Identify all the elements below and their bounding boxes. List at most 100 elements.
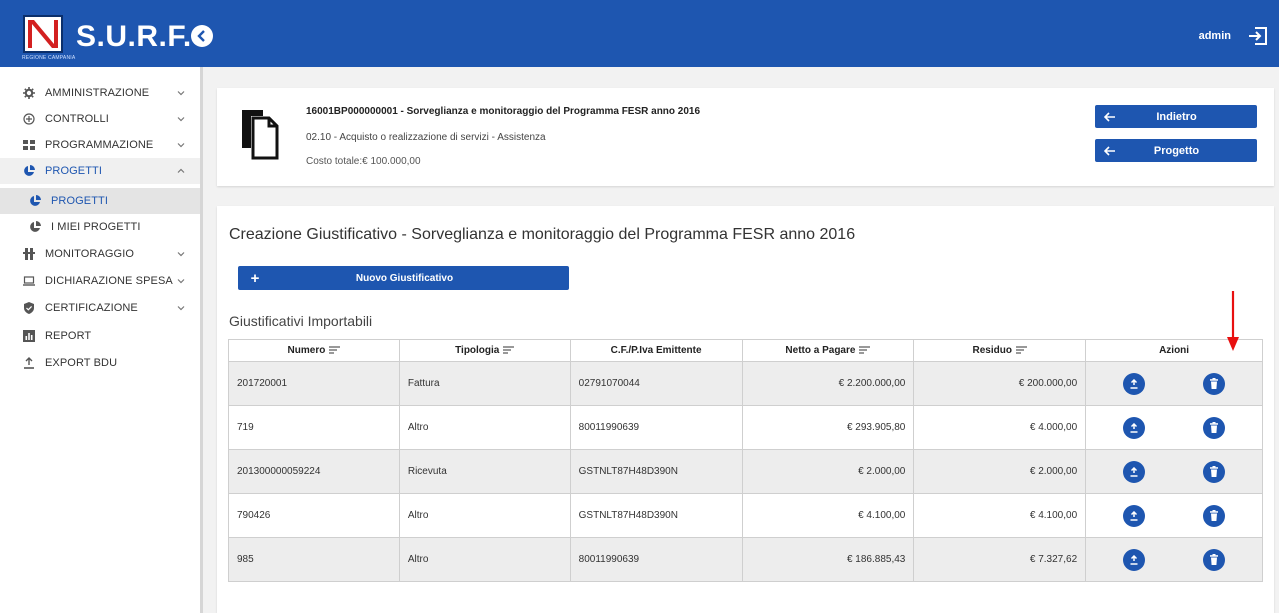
sidebar-item-monitoraggio[interactable]: MONITORAGGIO xyxy=(0,241,200,267)
sidebar-item-label: PROGETTI xyxy=(51,195,109,207)
table-header-row: Numero Tipologia C.F./P.Iva Emittente Ne… xyxy=(228,339,1263,362)
cell-azioni xyxy=(1085,405,1263,450)
main-card: Creazione Giustificativo - Sorveglianza … xyxy=(217,206,1274,613)
cell-tipologia: Fattura xyxy=(398,361,571,406)
sidebar-item-dichiarazione-spesa[interactable]: DICHIARAZIONE SPESA xyxy=(0,268,200,294)
column-header-residuo[interactable]: Residuo xyxy=(913,339,1087,362)
user-name[interactable]: admin xyxy=(1199,30,1231,42)
chevron-left-icon xyxy=(197,30,205,42)
sidebar-item-label: MONITORAGGIO xyxy=(45,248,135,260)
shield-icon xyxy=(24,302,34,314)
upload-icon xyxy=(1130,422,1138,433)
cell-numero: 790426 xyxy=(228,493,400,538)
gear-icon xyxy=(23,87,35,99)
import-button[interactable] xyxy=(1123,504,1146,527)
column-header-numero[interactable]: Numero xyxy=(228,339,400,362)
table-row: 985 Altro 80011990639 € 186.885,43 € 7.3… xyxy=(228,537,1263,582)
column-header-netto[interactable]: Netto a Pagare xyxy=(741,339,915,362)
chevron-down-icon xyxy=(177,279,185,284)
back-button[interactable]: Indietro xyxy=(1095,105,1257,128)
column-header-tipologia[interactable]: Tipologia xyxy=(398,339,571,362)
logo-caption: REGIONE CAMPANIA xyxy=(22,55,76,61)
arrow-left-icon xyxy=(1104,145,1115,156)
new-justification-button[interactable]: + Nuovo Giustificativo xyxy=(238,266,569,290)
monitor-icon xyxy=(23,248,35,260)
section-title: Giustificativi Importabili xyxy=(229,313,373,329)
export-icon xyxy=(24,357,34,369)
sidebar-item-progetti[interactable]: PROGETTI xyxy=(0,158,200,184)
sidebar-item-label: CERTIFICAZIONE xyxy=(45,302,138,314)
header-label: Numero xyxy=(287,345,326,356)
upload-icon xyxy=(1130,510,1138,521)
laptop-icon xyxy=(23,276,35,286)
top-bar: REGIONE CAMPANIA S.U.R.F. admin xyxy=(0,0,1279,67)
sidebar-subitem-progetti[interactable]: PROGETTI xyxy=(0,188,200,214)
sidebar-item-report[interactable]: REPORT xyxy=(0,323,200,349)
project-button-label: Progetto xyxy=(1153,144,1200,157)
sidebar-item-label: DICHIARAZIONE SPESA xyxy=(45,275,173,287)
import-button[interactable] xyxy=(1123,416,1146,439)
header-label: C.F./P.Iva Emittente xyxy=(610,345,702,356)
chevron-up-icon xyxy=(177,168,185,173)
import-button[interactable] xyxy=(1123,548,1146,571)
delete-button[interactable] xyxy=(1203,548,1226,571)
column-header-cf-piva: C.F./P.Iva Emittente xyxy=(569,339,743,362)
sidebar-item-label: EXPORT BDU xyxy=(45,357,118,369)
cell-netto: € 2.200.000,00 xyxy=(741,361,915,406)
import-button[interactable] xyxy=(1123,460,1146,483)
cell-residuo: € 200.000,00 xyxy=(913,361,1087,406)
delete-button[interactable] xyxy=(1203,372,1226,395)
sort-icon[interactable] xyxy=(1015,346,1027,354)
sort-icon[interactable] xyxy=(503,346,515,354)
sidebar-item-controlli[interactable]: CONTROLLI xyxy=(0,106,200,132)
table-row: 790426 Altro GSTNLT87H48D390N € 4.100,00… xyxy=(228,493,1263,538)
cell-residuo: € 7.327,62 xyxy=(913,537,1087,582)
trash-icon xyxy=(1210,466,1219,477)
cell-netto: € 2.000,00 xyxy=(741,449,915,494)
sidebar-item-label: CONTROLLI xyxy=(45,113,109,125)
sidebar-subitem-miei-progetti[interactable]: I MIEI PROGETTI xyxy=(0,214,200,240)
justifications-table: Numero Tipologia C.F./P.Iva Emittente Ne… xyxy=(228,339,1263,582)
project-cost: Costo totale:€ 100.000,00 xyxy=(306,156,421,167)
upload-icon xyxy=(1130,378,1138,389)
cell-azioni xyxy=(1085,361,1263,406)
cell-numero: 985 xyxy=(228,537,400,582)
sidebar-item-export-bdu[interactable]: EXPORT BDU xyxy=(0,350,200,376)
pie-icon xyxy=(24,165,35,176)
import-button[interactable] xyxy=(1123,372,1146,395)
sidebar-item-label: REPORT xyxy=(45,330,92,342)
header-label: Azioni xyxy=(1159,345,1190,356)
sidebar-item-amministrazione[interactable]: AMMINISTRAZIONE xyxy=(0,80,200,106)
sort-icon[interactable] xyxy=(329,346,341,354)
chevron-down-icon xyxy=(177,91,185,96)
delete-button[interactable] xyxy=(1203,460,1226,483)
logout-icon[interactable] xyxy=(1247,25,1269,47)
project-subtitle: 02.10 - Acquisto o realizzazione di serv… xyxy=(306,132,546,143)
chevron-down-icon xyxy=(177,143,185,148)
cell-cf-piva: GSTNLT87H48D390N xyxy=(569,493,743,538)
cell-netto: € 293.905,80 xyxy=(741,405,915,450)
pie-icon xyxy=(30,195,41,206)
documents-icon xyxy=(242,110,279,160)
trash-icon xyxy=(1210,554,1219,565)
arrow-left-icon xyxy=(1104,111,1115,122)
header-label: Netto a Pagare xyxy=(785,345,856,356)
sidebar-item-certificazione[interactable]: CERTIFICAZIONE xyxy=(0,295,200,321)
page-title: Creazione Giustificativo - Sorveglianza … xyxy=(229,226,856,243)
cell-cf-piva: GSTNLT87H48D390N xyxy=(569,449,743,494)
upload-icon xyxy=(1130,466,1138,477)
sidebar-item-label: PROGRAMMAZIONE xyxy=(45,139,154,151)
chevron-down-icon xyxy=(177,117,185,122)
collapse-sidebar-button[interactable] xyxy=(191,25,213,47)
delete-button[interactable] xyxy=(1203,416,1226,439)
sort-icon[interactable] xyxy=(859,346,871,354)
app-brand: S.U.R.F. xyxy=(76,20,192,53)
grid-icon xyxy=(23,140,35,150)
sidebar-item-programmazione[interactable]: PROGRAMMAZIONE xyxy=(0,132,200,158)
delete-button[interactable] xyxy=(1203,504,1226,527)
upload-icon xyxy=(1130,554,1138,565)
cell-residuo: € 4.100,00 xyxy=(913,493,1087,538)
project-button[interactable]: Progetto xyxy=(1095,139,1257,162)
table-row: 719 Altro 80011990639 € 293.905,80 € 4.0… xyxy=(228,405,1263,450)
chevron-down-icon xyxy=(177,306,185,311)
